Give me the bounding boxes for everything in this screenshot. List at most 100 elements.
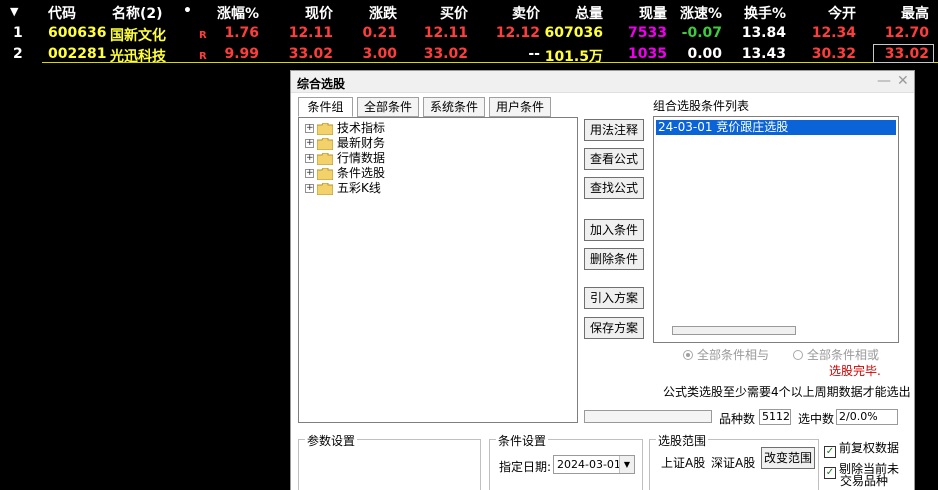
tree-label: 最新财务	[337, 136, 386, 150]
tree-node-tech[interactable]: + 技术指标	[305, 121, 385, 136]
restore-checkbox[interactable]: ✓ 前复权数据	[824, 439, 899, 458]
tree-node-condition[interactable]: + 条件选股	[305, 166, 385, 181]
tab-user-conditions[interactable]: 用户条件	[489, 97, 551, 117]
price: 12.11	[288, 25, 333, 41]
date-picker[interactable]: 2024-03-01 ▼	[553, 455, 635, 474]
turnover: 13.43	[741, 46, 786, 62]
speed: 0.00	[687, 46, 722, 62]
ask: --	[528, 46, 540, 62]
radio-dot-icon	[793, 350, 803, 360]
turnover: 13.84	[741, 25, 786, 41]
dialog-titlebar[interactable]: 综合选股 — ✕	[291, 71, 914, 93]
expand-icon[interactable]: +	[305, 169, 314, 178]
stock-name: 光迅科技	[110, 49, 166, 65]
row-underline	[42, 62, 938, 63]
col-high[interactable]: 最高	[901, 3, 929, 23]
col-chg-pct[interactable]: 涨幅%	[217, 3, 259, 23]
tab-all-conditions[interactable]: 全部条件	[357, 97, 419, 117]
col-ask[interactable]: 卖价	[512, 3, 540, 23]
radio-all-or[interactable]: 全部条件相或	[793, 346, 879, 363]
add-condition-button[interactable]: 加入条件	[584, 219, 644, 241]
delete-condition-button[interactable]: 删除条件	[584, 248, 644, 270]
formula-note: 公式类选股至少需要4个以上周期数据才能选出	[663, 385, 911, 399]
count-value: 5112	[759, 409, 791, 425]
param-settings-group: 参数设置	[298, 432, 481, 490]
speed: -0.07	[681, 25, 722, 41]
col-chg[interactable]: 涨跌	[369, 3, 397, 23]
col-turnover[interactable]: 换手%	[744, 3, 786, 23]
selected-value: 2/0.0%	[836, 409, 898, 425]
col-price[interactable]: 现价	[305, 3, 333, 23]
stock-code: 002281	[48, 46, 107, 62]
radio-dot-icon	[683, 350, 693, 360]
bid: 12.11	[423, 25, 468, 41]
col-open[interactable]: 今开	[828, 3, 856, 23]
import-plan-button[interactable]: 引入方案	[584, 287, 644, 309]
open: 12.34	[811, 25, 856, 41]
ask: 12.12	[495, 25, 540, 41]
chg: 3.00	[362, 46, 397, 62]
volume: 101.5万	[544, 49, 603, 65]
expand-icon[interactable]: +	[305, 154, 314, 163]
col-dot: •	[183, 3, 192, 19]
change-range-button[interactable]: 改变范围	[761, 447, 815, 469]
col-bid[interactable]: 买价	[440, 3, 468, 23]
cur-vol: 7533	[628, 25, 667, 41]
tree-node-kline[interactable]: + 五彩K线	[305, 181, 381, 196]
row-index: 1	[13, 25, 23, 41]
condition-list-label: 组合选股条件列表	[653, 99, 750, 113]
tree-label: 条件选股	[337, 166, 386, 180]
tab-condition-group[interactable]: 条件组	[298, 97, 353, 117]
checkmark-icon[interactable]: ✓	[824, 467, 836, 479]
find-formula-button[interactable]: 查找公式	[584, 177, 644, 199]
col-code[interactable]: 代码	[48, 3, 76, 23]
row-index: 2	[13, 46, 23, 62]
open: 30.32	[811, 46, 856, 62]
folder-icon	[317, 182, 333, 195]
folder-icon	[317, 152, 333, 165]
list-item[interactable]: 24-03-01 竞价跟庄选股	[656, 120, 896, 135]
table-row[interactable]: 1 600636 国新文化 R 1.76 12.11 0.21 12.11 12…	[0, 23, 938, 44]
count-label: 品种数	[719, 412, 756, 426]
view-formula-button[interactable]: 查看公式	[584, 148, 644, 170]
tree-label: 行情数据	[337, 151, 386, 165]
chg-pct: 1.76	[224, 25, 259, 41]
col-volume[interactable]: 总量	[575, 3, 603, 23]
usage-button[interactable]: 用法注释	[584, 119, 644, 141]
close-icon[interactable]: ✕	[897, 73, 909, 89]
expand-icon[interactable]: +	[305, 124, 314, 133]
minimize-icon[interactable]: —	[877, 73, 891, 89]
range-sz: 深证A股	[711, 456, 756, 470]
col-name[interactable]: 名称(2)	[112, 3, 163, 23]
horizontal-scrollbar[interactable]	[672, 326, 796, 335]
tree-node-market[interactable]: + 行情数据	[305, 151, 385, 166]
col-cur-vol[interactable]: 现量	[639, 3, 667, 23]
checkmark-icon[interactable]: ✓	[824, 446, 836, 458]
margin-flag-icon: R	[199, 30, 207, 41]
save-plan-button[interactable]: 保存方案	[584, 317, 644, 339]
sort-arrow-icon[interactable]: ▼	[10, 5, 18, 18]
stock-screener-dialog: 综合选股 — ✕ 条件组 全部条件 系统条件 用户条件 + 技术指标 + 最新财务 …	[290, 70, 915, 490]
tree-node-finance[interactable]: + 最新财务	[305, 136, 385, 151]
expand-icon[interactable]: +	[305, 139, 314, 148]
condition-tree[interactable]: + 技术指标 + 最新财务 + 行情数据 + 条件选股 + 五彩K线	[298, 117, 578, 423]
expand-icon[interactable]: +	[305, 184, 314, 193]
chevron-down-icon[interactable]: ▼	[619, 456, 634, 473]
tab-system-conditions[interactable]: 系统条件	[423, 97, 485, 117]
cell-highlight	[873, 44, 934, 63]
chg: 0.21	[362, 25, 397, 41]
group-label: 选股范围	[656, 432, 709, 449]
checkbox-label-cont: 交易品种	[840, 474, 889, 488]
date-label: 指定日期:	[499, 460, 552, 474]
group-label: 参数设置	[305, 432, 358, 449]
col-speed[interactable]: 涨速%	[680, 3, 722, 23]
folder-icon	[317, 167, 333, 180]
high: 12.70	[884, 25, 929, 41]
price: 33.02	[288, 46, 333, 62]
radio-all-and[interactable]: 全部条件相与	[683, 346, 769, 363]
condition-list[interactable]: 24-03-01 竞价跟庄选股	[653, 116, 899, 343]
folder-icon	[317, 137, 333, 150]
tree-label: 技术指标	[337, 121, 386, 135]
progress-bar	[584, 410, 712, 423]
tree-label: 五彩K线	[337, 181, 381, 195]
